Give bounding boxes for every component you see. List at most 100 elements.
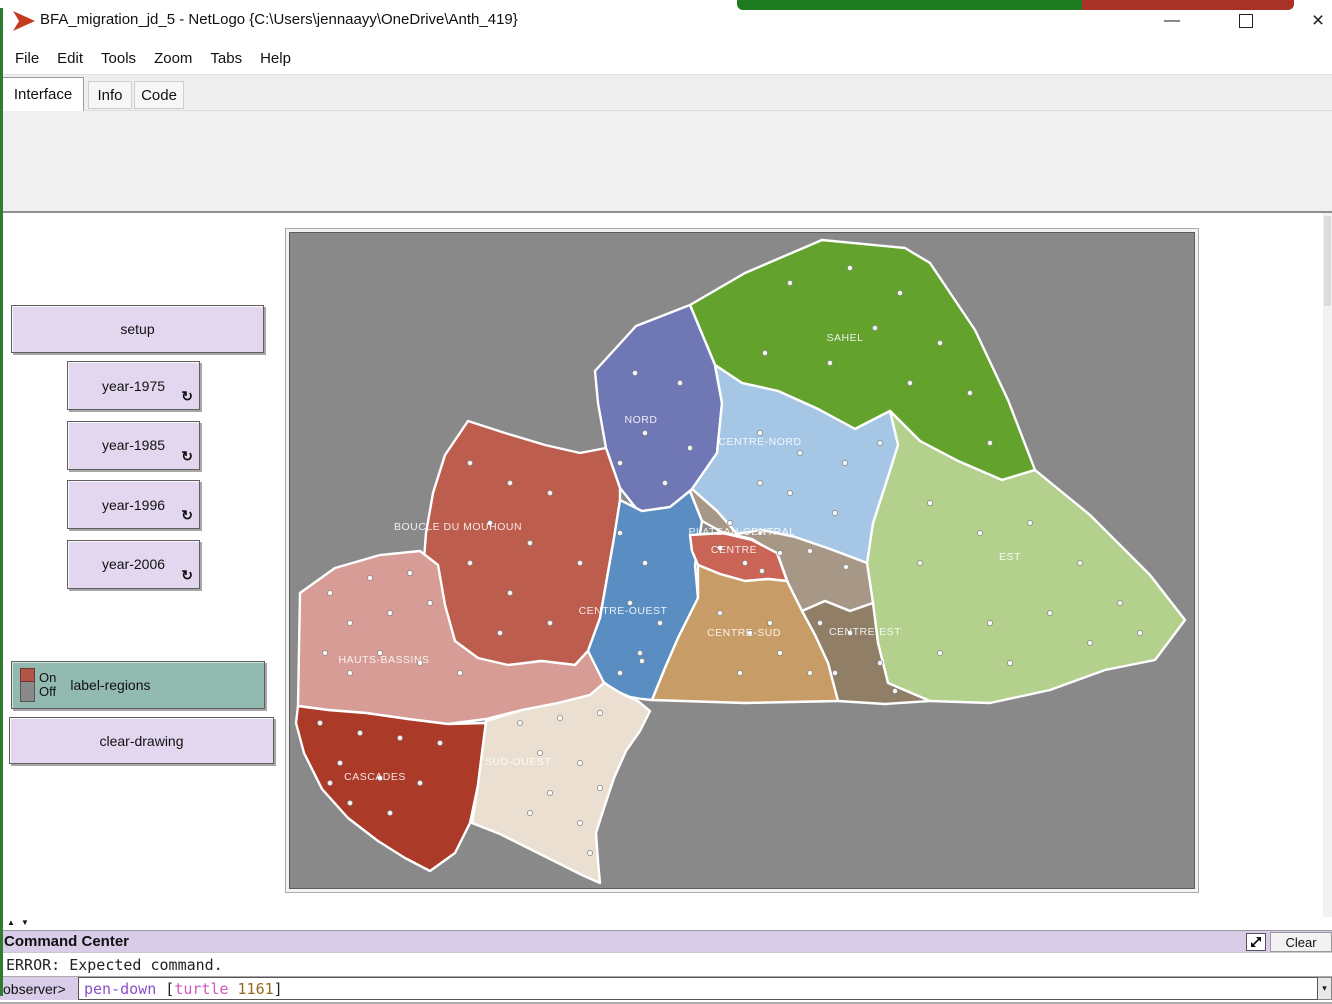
town-dot (917, 560, 922, 565)
town-dot (547, 620, 552, 625)
close-button[interactable]: × (1296, 6, 1332, 36)
command-center-clear-button[interactable]: Clear (1270, 932, 1332, 952)
map-svg: SAHELESTNORDCENTRE-NORDBOUCLE DU MOUHOUN… (290, 233, 1196, 890)
vertical-scrollbar[interactable] (1323, 213, 1332, 932)
map-region-label: CENTRE-NORD (718, 436, 801, 448)
town-dot (327, 590, 332, 595)
year-1985-button[interactable]: year-1985↻ (67, 421, 200, 470)
capture-progress-bar (737, 0, 1294, 10)
town-dot (577, 760, 582, 765)
command-center-input-row: observer> pen-down [turtle 1161] ▾ (0, 976, 1332, 1000)
town-dot (527, 810, 532, 815)
command-center-error-line: ERROR: Expected command. (0, 952, 1332, 976)
command-center-splitter: ▲ ▼ (0, 917, 1332, 930)
menu-item-file[interactable]: File (6, 46, 48, 71)
command-center-expand-button[interactable] (1246, 933, 1266, 951)
command-input[interactable]: pen-down [turtle 1161] (78, 977, 1318, 1000)
map-region-label: CENTRE-OUEST (579, 605, 668, 617)
year-1996-button[interactable]: year-1996↻ (67, 480, 200, 529)
town-dot (347, 670, 352, 675)
label-regions-switch[interactable]: On Off label-regions (11, 661, 265, 709)
town-dot (547, 490, 552, 495)
town-dot (827, 360, 832, 365)
label-regions-label: label-regions (70, 677, 150, 693)
town-dot (507, 480, 512, 485)
town-dot (417, 780, 422, 785)
town-dot (1047, 610, 1052, 615)
town-dot (327, 780, 332, 785)
maximize-icon (1239, 14, 1253, 28)
interface-area: setup year-1975↻year-1985↻year-1996↻year… (0, 213, 1332, 932)
town-dot (322, 650, 327, 655)
town-dot (1137, 630, 1142, 635)
town-dot (437, 740, 442, 745)
town-dot (937, 340, 942, 345)
town-dot (907, 380, 912, 385)
town-dot (872, 325, 877, 330)
minimize-icon: — (1164, 12, 1180, 30)
town-dot (687, 445, 692, 450)
town-dot (467, 460, 472, 465)
map-region-label: CENTRE-SUD (707, 627, 781, 639)
town-dot (977, 530, 982, 535)
town-dot (527, 540, 532, 545)
splitter-down-icon[interactable]: ▼ (21, 918, 29, 927)
town-dot (1077, 560, 1082, 565)
town-dot (427, 600, 432, 605)
forever-icon: ↻ (181, 567, 193, 584)
year-1975-label: year-1975 (102, 378, 165, 394)
tab-interface[interactable]: Interface (2, 77, 84, 111)
world-view[interactable]: SAHELESTNORDCENTRE-NORDBOUCLE DU MOUHOUN… (285, 228, 1199, 893)
town-dot (467, 560, 472, 565)
command-history-button[interactable]: ▾ (1318, 977, 1332, 1000)
town-dot (737, 670, 742, 675)
town-dot (892, 688, 897, 693)
year-2006-button[interactable]: year-2006↻ (67, 540, 200, 589)
command-center-title: Command Center (4, 933, 129, 950)
town-dot (843, 564, 848, 569)
town-dot (757, 480, 762, 485)
town-dot (757, 430, 762, 435)
tab-info[interactable]: Info (88, 81, 132, 109)
town-dot (677, 380, 682, 385)
setup-label: setup (120, 321, 154, 337)
scrollbar-thumb[interactable] (1324, 216, 1331, 306)
town-dot (759, 568, 764, 573)
menu-item-tools[interactable]: Tools (92, 46, 145, 71)
observer-prompt: observer> (0, 977, 78, 1000)
setup-button[interactable]: setup (11, 305, 264, 353)
town-dot (1007, 660, 1012, 665)
menu-item-help[interactable]: Help (251, 46, 300, 71)
command-token: pen-down (84, 980, 165, 998)
capture-edge-strip (0, 8, 3, 996)
town-dot (967, 390, 972, 395)
history-arrow-icon: ▾ (1322, 983, 1327, 994)
map-region-label: BOUCLE DU MOUHOUN (394, 521, 522, 533)
window-title: BFA_migration_jd_5 - NetLogo {C:\Users\j… (40, 11, 518, 28)
splitter-up-icon[interactable]: ▲ (7, 918, 15, 927)
town-dot (587, 850, 592, 855)
menu-item-zoom[interactable]: Zoom (145, 46, 201, 71)
town-dot (387, 610, 392, 615)
town-dot (557, 715, 562, 720)
maximize-button[interactable] (1224, 6, 1268, 36)
town-dot (987, 440, 992, 445)
year-1975-button[interactable]: year-1975↻ (67, 361, 200, 410)
town-dot (797, 450, 802, 455)
netlogo-window: BFA_migration_jd_5 - NetLogo {C:\Users\j… (0, 0, 1332, 1004)
town-dot (817, 620, 822, 625)
menu-item-tabs[interactable]: Tabs (201, 46, 251, 71)
town-dot (637, 650, 642, 655)
minimize-button[interactable]: — (1150, 6, 1194, 36)
clear-drawing-button[interactable]: clear-drawing (9, 717, 274, 764)
tab-code[interactable]: Code (134, 81, 184, 109)
map-region-label: NORD (625, 414, 658, 426)
town-dot (807, 548, 812, 553)
town-dot (347, 800, 352, 805)
map-region-label: EST (999, 551, 1021, 563)
year-1985-label: year-1985 (102, 437, 165, 453)
town-dot (639, 658, 644, 663)
menu-item-edit[interactable]: Edit (48, 46, 92, 71)
close-icon: × (1312, 9, 1324, 33)
town-dot (317, 720, 322, 725)
